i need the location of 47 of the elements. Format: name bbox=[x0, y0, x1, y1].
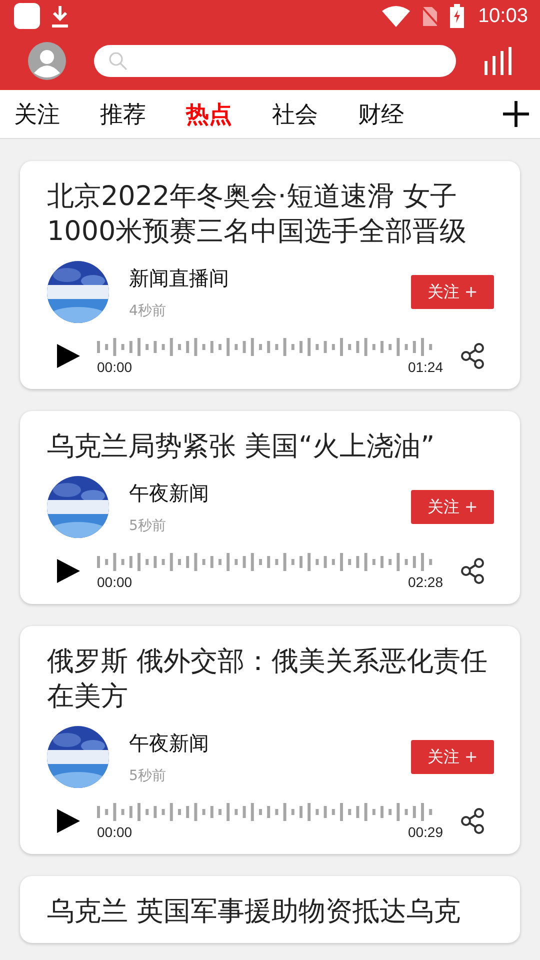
share-icon[interactable] bbox=[461, 558, 485, 584]
download-icon bbox=[50, 4, 70, 28]
total-duration: 00:29 bbox=[408, 824, 443, 840]
elapsed-time: 00:00 bbox=[97, 359, 132, 375]
plus-icon bbox=[502, 100, 530, 128]
total-duration: 01:24 bbox=[408, 359, 443, 375]
category-tab[interactable]: 推荐 bbox=[100, 98, 146, 130]
follow-button[interactable]: 关注 + bbox=[411, 740, 494, 774]
follow-button[interactable]: 关注 + bbox=[411, 275, 494, 309]
battery-charging-icon bbox=[450, 4, 464, 28]
time-ago: 5秒前 bbox=[129, 766, 167, 784]
category-tab[interactable]: 财经 bbox=[358, 98, 404, 130]
time-ago: 5秒前 bbox=[129, 516, 167, 534]
play-icon bbox=[55, 808, 81, 834]
news-title: 俄罗斯 俄外交部：俄美关系恶化责任在美方 bbox=[47, 645, 489, 714]
news-card[interactable]: 俄罗斯 俄外交部：俄美关系恶化责任在美方 午夜新闻 5秒前 关注 + 00:00 00:29 bbox=[20, 626, 520, 854]
play-button[interactable] bbox=[55, 558, 81, 584]
total-duration: 02:28 bbox=[408, 574, 443, 590]
wifi-icon bbox=[382, 5, 410, 27]
news-card[interactable]: 乌克兰局势紧张 美国“火上浇油” 午夜新闻 5秒前 关注 + 00:00 02:28 bbox=[20, 411, 520, 604]
elapsed-time: 00:00 bbox=[97, 824, 132, 840]
news-title: 北京2022年冬奥会·短道速滑 女子1000米预赛三名中国选手全部晋级 bbox=[47, 180, 468, 249]
source-name: 午夜新闻 bbox=[129, 480, 210, 506]
audio-bars-icon[interactable] bbox=[484, 47, 514, 75]
time-ago: 4秒前 bbox=[129, 302, 167, 320]
app-icon bbox=[14, 3, 40, 29]
news-card[interactable]: 北京2022年冬奥会·短道速滑 女子1000米预赛三名中国选手全部晋级 新闻直播间 4秒前 关注 + 00:00 01:24 bbox=[20, 161, 520, 389]
category-tab[interactable]: 关注 bbox=[14, 98, 60, 130]
search-icon bbox=[108, 51, 128, 71]
play-button[interactable] bbox=[55, 343, 81, 369]
play-icon bbox=[55, 343, 81, 369]
news-card[interactable]: 乌克兰 英国军事援助物资抵达乌克 bbox=[20, 876, 520, 943]
play-icon bbox=[55, 558, 81, 584]
category-tab[interactable]: 热点 bbox=[186, 98, 232, 130]
source-name: 新闻直播间 bbox=[129, 264, 230, 292]
source-name: 午夜新闻 bbox=[129, 730, 210, 756]
share-icon[interactable] bbox=[461, 808, 485, 834]
status-time: 10:03 bbox=[478, 4, 528, 28]
search-field[interactable] bbox=[94, 45, 456, 77]
play-button[interactable] bbox=[55, 808, 81, 834]
news-title: 乌克兰局势紧张 美国“火上浇油” bbox=[47, 430, 436, 464]
news-title: 乌克兰 英国军事援助物资抵达乌克 bbox=[47, 895, 462, 929]
profile-avatar-icon[interactable] bbox=[28, 42, 66, 80]
elapsed-time: 00:00 bbox=[97, 574, 132, 590]
share-icon[interactable] bbox=[461, 343, 485, 369]
category-tab[interactable]: 社会 bbox=[272, 98, 318, 130]
follow-button[interactable]: 关注 + bbox=[411, 490, 494, 524]
